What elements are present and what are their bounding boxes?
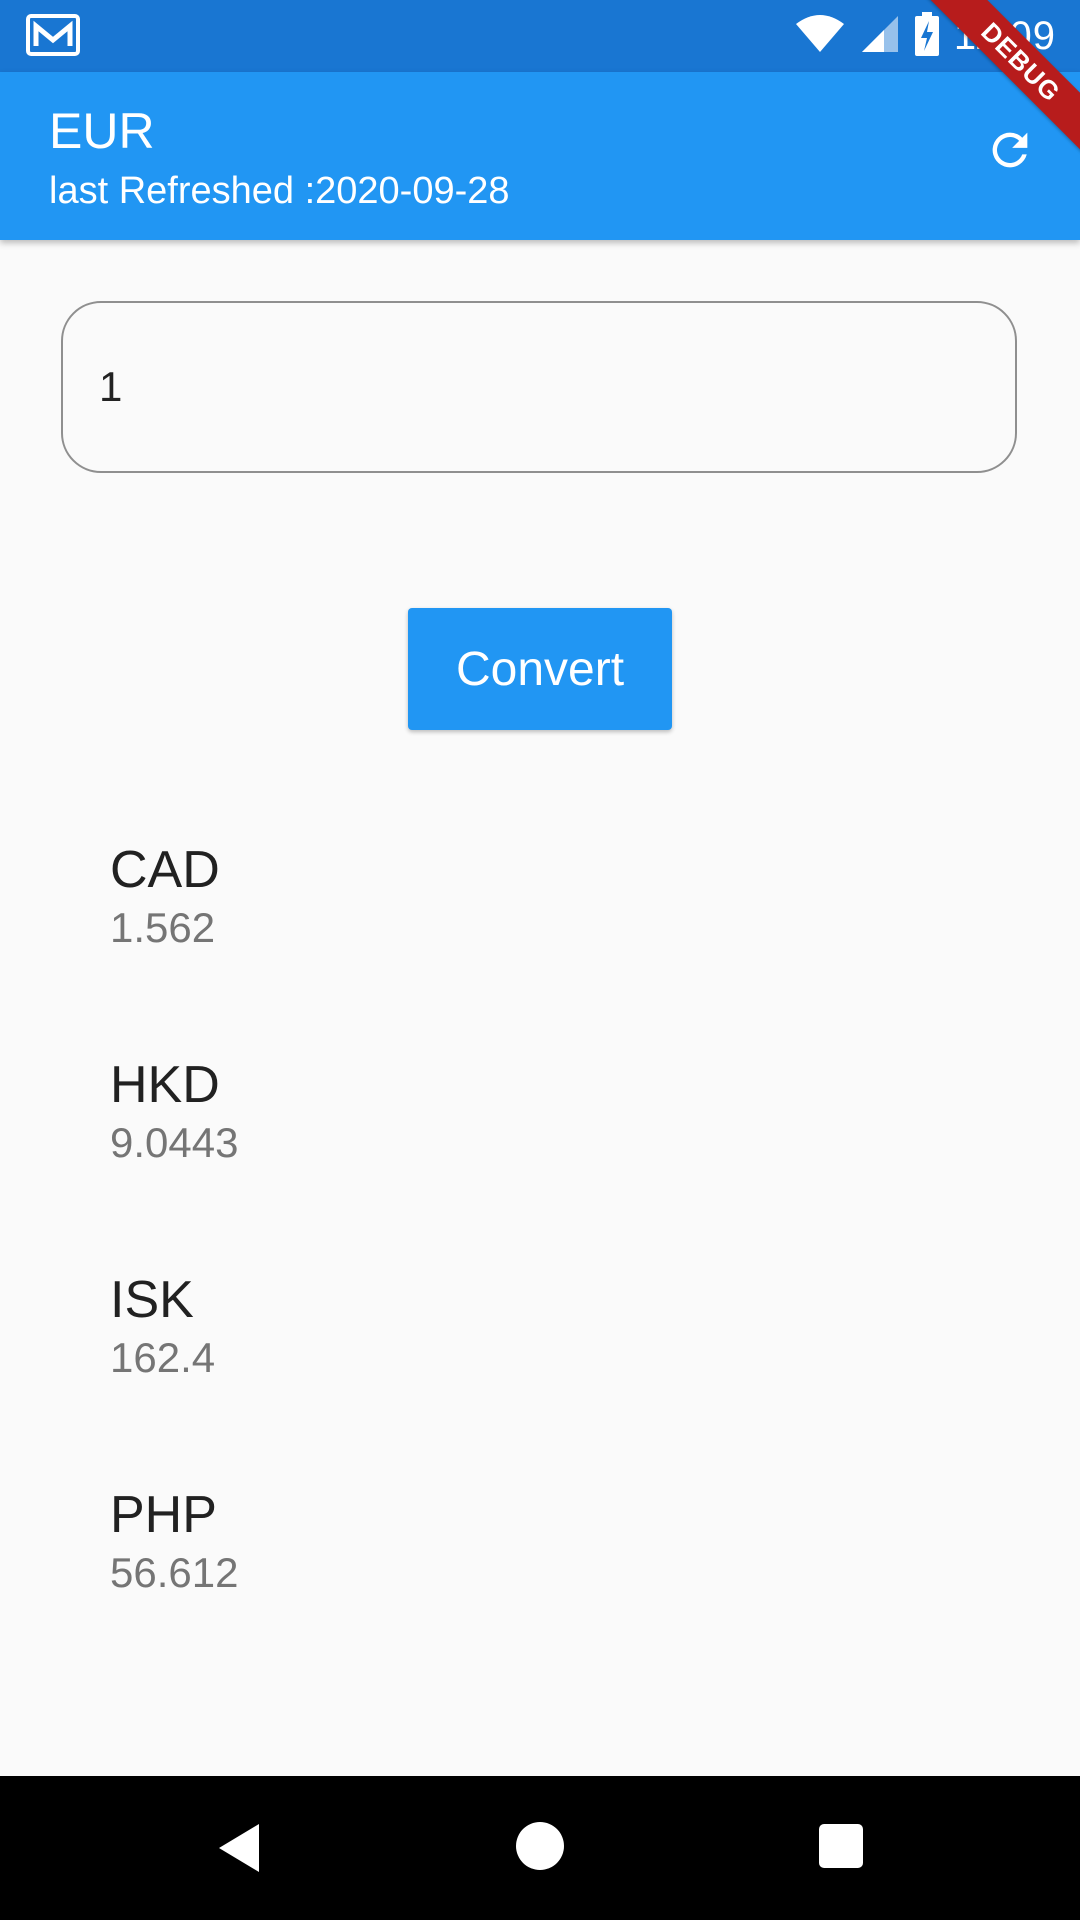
- app-bar: EUR last Refreshed :2020-09-28: [0, 72, 1080, 240]
- currency-rate: 56.612: [110, 1549, 239, 1596]
- rate-list: CAD 1.562 HKD 9.0443 ISK 162.4 PHP 56.61…: [110, 838, 1010, 1698]
- list-item: ISK 162.4: [110, 1268, 1010, 1483]
- wifi-icon: [794, 14, 846, 59]
- signal-icon: [860, 14, 900, 59]
- last-refreshed-label: last Refreshed :2020-09-28: [49, 170, 510, 212]
- list-item: CAD 1.562: [110, 838, 1010, 1053]
- list-item: HKD 9.0443: [110, 1053, 1010, 1268]
- gmail-icon: [26, 14, 80, 56]
- refresh-button[interactable]: [980, 122, 1040, 182]
- refresh-icon: [984, 124, 1036, 181]
- amount-field[interactable]: [61, 301, 1017, 473]
- currency-rate: 162.4: [110, 1334, 216, 1381]
- amount-input[interactable]: [97, 351, 981, 423]
- status-bar: 11:09: [0, 0, 1080, 72]
- currency-rate: 9.0443: [110, 1119, 239, 1166]
- battery-charging-icon: [914, 11, 940, 61]
- back-icon[interactable]: [215, 1822, 263, 1879]
- currency-code: PHP: [110, 1486, 217, 1544]
- currency-code: HKD: [110, 1056, 220, 1114]
- list-item: PHP 56.612: [110, 1483, 1010, 1698]
- currency-rate: 1.562: [110, 904, 216, 951]
- currency-code: CAD: [110, 841, 220, 899]
- home-icon[interactable]: [516, 1822, 564, 1870]
- currency-code: ISK: [110, 1271, 194, 1329]
- navigation-bar: [0, 1776, 1080, 1920]
- recent-apps-icon[interactable]: [819, 1824, 863, 1868]
- convert-button[interactable]: Convert: [408, 608, 672, 730]
- page-title: EUR: [49, 103, 155, 159]
